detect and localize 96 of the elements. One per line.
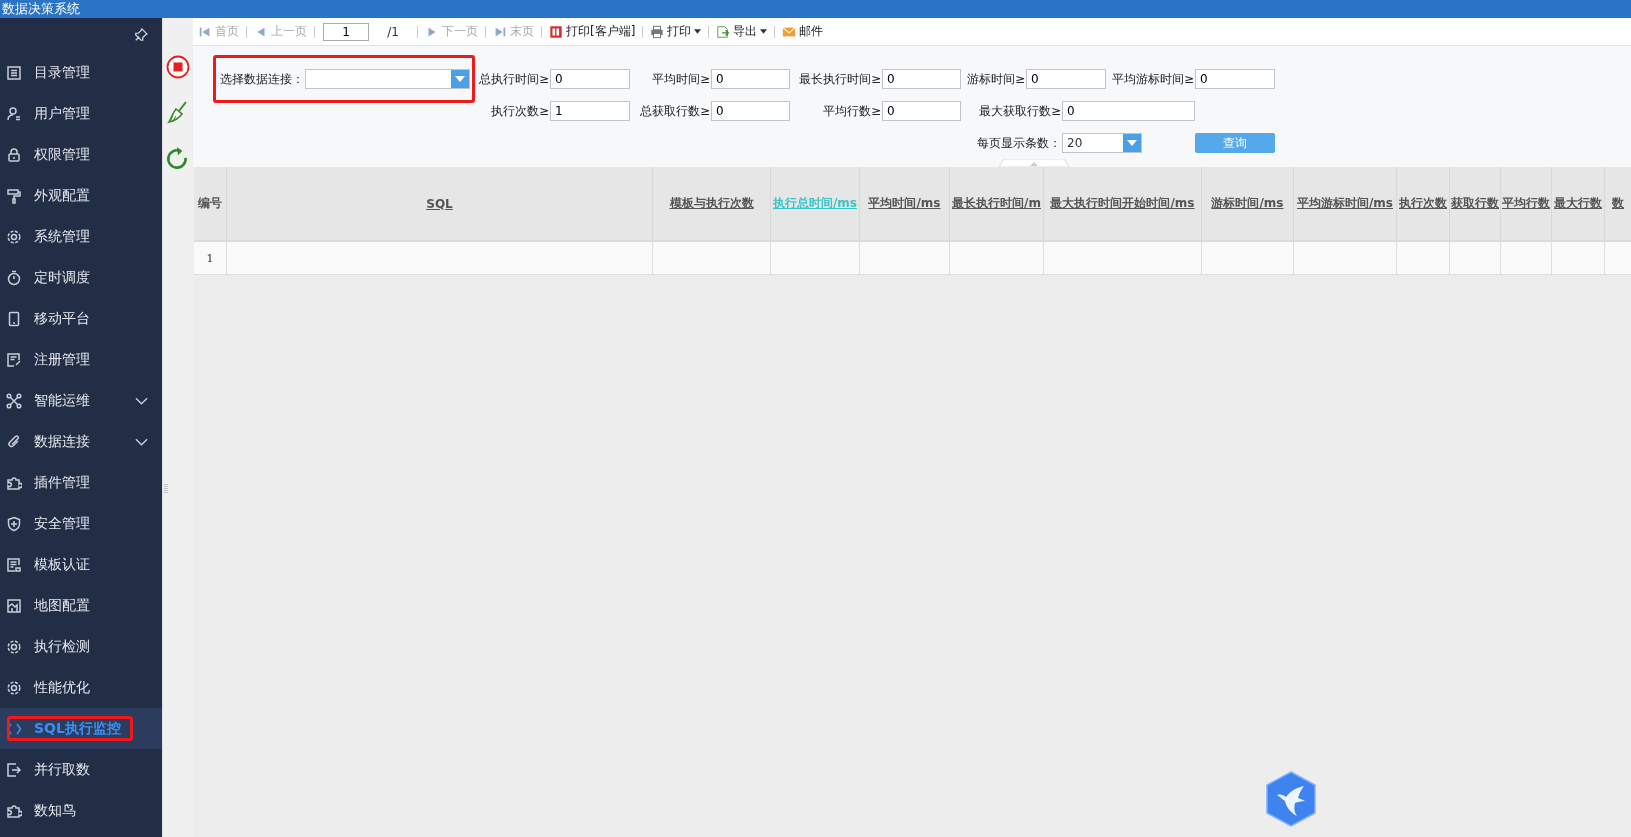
map-icon xyxy=(6,597,22,614)
caret-icon xyxy=(451,70,469,88)
lock-icon xyxy=(6,146,22,163)
sidebar-item[interactable]: 外观配置 xyxy=(0,175,162,216)
input-field[interactable]: 0 xyxy=(882,101,961,121)
input-field[interactable]: 0 xyxy=(1195,69,1275,89)
timer-icon xyxy=(6,269,22,286)
filter-label: 平均时间≥ xyxy=(650,70,711,88)
sidebar-item[interactable]: 权限管理 xyxy=(0,134,162,175)
export-icon xyxy=(716,24,731,39)
column-header[interactable]: 最大执行时间开始时间/ms xyxy=(1044,167,1202,242)
input-field[interactable]: 0 xyxy=(1026,69,1106,89)
filter-label: 总获取行数≥ xyxy=(638,102,711,120)
input-field[interactable]: 0 xyxy=(1062,101,1195,121)
sidebar-item[interactable]: 地图配置 xyxy=(0,585,162,626)
column-header[interactable]: 平均时间/ms xyxy=(860,167,950,242)
sidebar-item[interactable]: 数据连接 xyxy=(0,421,162,462)
gear-icon xyxy=(6,679,22,696)
input-field[interactable]: 0 xyxy=(711,101,790,121)
caret-icon xyxy=(1123,134,1141,152)
sidebar-item[interactable]: 注册管理 xyxy=(0,339,162,380)
filter-label: 最大获取行数≥ xyxy=(977,102,1062,120)
input-field[interactable]: 0 xyxy=(882,69,961,89)
filter-label: 执行次数≥ xyxy=(489,102,550,120)
table-cell xyxy=(1501,242,1552,275)
list-icon xyxy=(6,64,22,81)
paperclip-icon xyxy=(6,433,22,450)
filter-label: 总执行时间≥ xyxy=(477,70,550,88)
table-cell xyxy=(1397,242,1450,275)
dropdown-field[interactable] xyxy=(305,69,470,89)
app-title: 数据决策系统 xyxy=(1,0,81,18)
puzzle-icon xyxy=(6,802,22,819)
toolbar-button[interactable]: 邮件 xyxy=(779,23,827,40)
column-header[interactable]: 最长执行时间/m xyxy=(950,167,1044,242)
filter-label: 游标时间≥ xyxy=(965,70,1026,88)
column-header[interactable]: SQL xyxy=(227,167,653,242)
network-icon xyxy=(6,392,22,409)
filter-label: 每页显示条数： xyxy=(976,134,1062,152)
menu-button[interactable]: 打印 xyxy=(647,23,705,40)
dropdown-field[interactable]: 20 xyxy=(1062,133,1142,153)
broom-icon[interactable] xyxy=(166,99,190,125)
sidebar-item[interactable]: 插件管理 xyxy=(0,462,162,503)
exit-icon xyxy=(6,761,22,778)
sidebar-item[interactable]: 定时调度 xyxy=(0,257,162,298)
input-field[interactable]: 0 xyxy=(550,69,630,89)
input-field[interactable]: 1 xyxy=(550,101,630,121)
sidebar-item[interactable]: 安全管理 xyxy=(0,503,162,544)
gear-icon xyxy=(6,638,22,655)
column-header[interactable]: 获取行数 xyxy=(1450,167,1501,242)
sidebar-item[interactable]: 智能运维 xyxy=(0,380,162,421)
mail-icon xyxy=(782,24,797,39)
filter-label: 平均行数≥ xyxy=(821,102,882,120)
table-cell: 1 xyxy=(194,242,227,275)
filter-label: 选择数据连接： xyxy=(219,70,305,88)
sidebar-item[interactable]: 目录管理 xyxy=(0,52,162,93)
printer-icon xyxy=(650,24,665,39)
toolbar-button[interactable]: 打印[客户端] xyxy=(546,23,639,40)
page-number-field[interactable]: 1 xyxy=(323,22,369,41)
phone-icon xyxy=(6,310,22,327)
form-icon xyxy=(6,351,22,368)
document-icon xyxy=(6,556,22,573)
sidebar-item[interactable]: 性能优化 xyxy=(0,667,162,708)
pin-icon[interactable] xyxy=(134,28,148,42)
puzzle-icon xyxy=(6,474,22,491)
sidebar-item[interactable]: 数知鸟 xyxy=(0,790,162,831)
shield-icon xyxy=(6,515,22,532)
collapse-handle[interactable] xyxy=(999,159,1069,167)
bird-badge-icon[interactable] xyxy=(1265,771,1317,827)
gear-icon xyxy=(6,228,22,245)
splitter-grip-icon[interactable] xyxy=(164,483,168,495)
column-header[interactable]: 游标时间/ms xyxy=(1202,167,1294,242)
user-icon xyxy=(6,105,22,122)
column-header[interactable]: 平均游标时间/ms xyxy=(1294,167,1397,242)
table-cell xyxy=(1552,242,1605,275)
paint-roller-icon xyxy=(6,187,22,204)
stop-icon[interactable] xyxy=(166,55,190,79)
table-cell xyxy=(1450,242,1501,275)
column-header[interactable]: 执行次数 xyxy=(1397,167,1450,242)
sidebar-item[interactable]: 并行取数 xyxy=(0,749,162,790)
sidebar-item[interactable]: 移动平台 xyxy=(0,298,162,339)
sidebar-item[interactable]: 执行检测 xyxy=(0,626,162,667)
input-field[interactable]: 0 xyxy=(711,69,790,89)
filter-label: 最长执行时间≥ xyxy=(797,70,882,88)
sidebar-item[interactable]: 用户管理 xyxy=(0,93,162,134)
menu-button[interactable]: 导出 xyxy=(713,23,771,40)
column-header[interactable]: 平均行数 xyxy=(1501,167,1552,242)
page-total: /1 xyxy=(386,24,400,39)
sidebar-item[interactable]: 模板认证 xyxy=(0,544,162,585)
column-header[interactable]: 最大行数 xyxy=(1552,167,1605,242)
column-header[interactable]: 数 xyxy=(1605,167,1631,242)
caret-icon xyxy=(694,29,702,34)
column-header[interactable]: 模板与执行次数 xyxy=(653,167,771,242)
column-header[interactable]: 编号 xyxy=(194,167,227,242)
sidebar-item[interactable]: 系统管理 xyxy=(0,216,162,257)
caret-icon xyxy=(760,29,768,34)
filter-label: 平均游标时间≥ xyxy=(1110,70,1195,88)
